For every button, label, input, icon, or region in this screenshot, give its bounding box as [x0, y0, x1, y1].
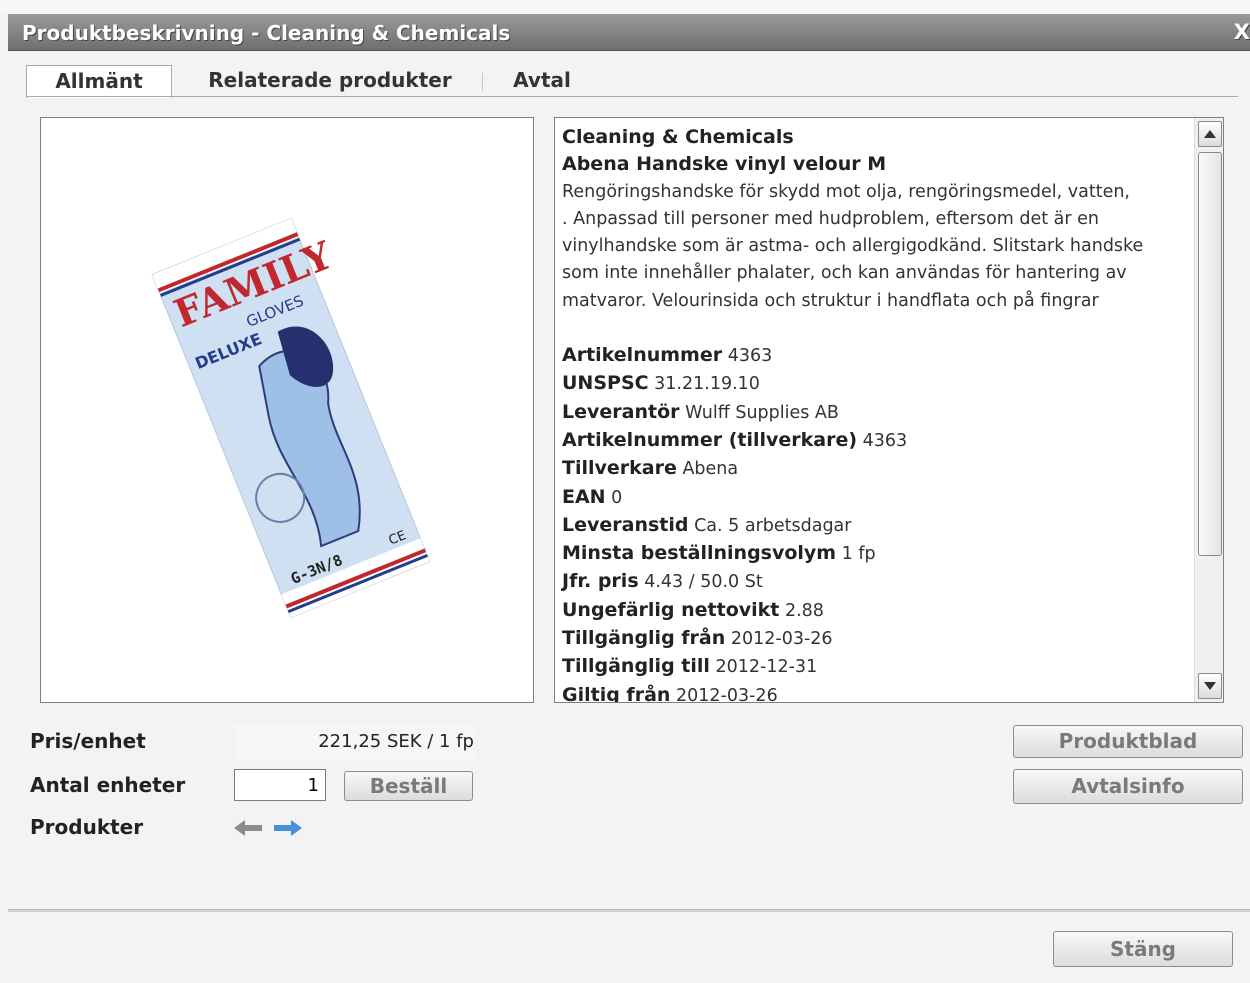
description-scrollbar[interactable]	[1194, 118, 1223, 702]
product-name: Abena Handske vinyl velour M	[562, 153, 887, 176]
scroll-up-button[interactable]	[1198, 121, 1222, 147]
attr-available-from: Tillgänglig från 2012-03-26	[562, 625, 1180, 653]
description-line: Rengöringshandske för skydd mot olja, re…	[562, 181, 1130, 202]
close-icon[interactable]: X	[1234, 20, 1250, 44]
description-line: som inte innehåller phalater, och kan an…	[562, 263, 1127, 284]
attr-value: 2012-12-31	[715, 657, 818, 678]
attr-supplier: Leverantör Wulff Supplies AB	[562, 399, 1180, 427]
agreement-info-button[interactable]: Avtalsinfo	[1013, 769, 1243, 804]
attr-manufacturer-article-number: Artikelnummer (tillverkare) 4363	[562, 427, 1180, 455]
dialog-title-bar[interactable]: Produktbeskrivning - Cleaning & Chemical…	[8, 14, 1250, 51]
attr-value: 2.88	[784, 600, 824, 621]
attr-value: 31.21.19.10	[654, 374, 760, 395]
chevron-up-icon	[1204, 130, 1216, 138]
attr-value: 4.43 / 50.0 St	[644, 572, 763, 593]
attr-label: Tillverkare	[562, 457, 677, 480]
attr-net-weight: Ungefärlig nettovikt 2.88	[562, 597, 1180, 625]
scroll-down-button[interactable]	[1198, 673, 1222, 699]
close-button[interactable]: Stäng	[1053, 931, 1233, 967]
products-label: Produkter	[30, 815, 144, 839]
attr-label: Ungefärlig nettovikt	[562, 598, 780, 621]
attr-valid-from: Giltig från 2012-03-26	[562, 682, 1180, 703]
product-image-panel: FAMILY GLOVES DELUXE G-3N/8 CE	[40, 117, 534, 703]
order-button[interactable]: Beställ	[344, 771, 473, 801]
description-content: Cleaning & Chemicals Abena Handske vinyl…	[562, 124, 1180, 703]
attr-label: Artikelnummer (tillverkare)	[562, 428, 858, 451]
attr-label: Jfr. pris	[562, 570, 639, 593]
description-line: matvaror. Velourinsida och struktur i ha…	[562, 290, 1099, 311]
tab-related-products[interactable]: Relaterade produkter	[184, 65, 476, 96]
attr-label: Minsta beställningsvolym	[562, 542, 837, 565]
quantity-input[interactable]	[234, 769, 326, 801]
scroll-thumb[interactable]	[1198, 152, 1222, 556]
attr-value: 1 fp	[841, 544, 876, 565]
attr-value: Ca. 5 arbetsdagar	[694, 515, 852, 536]
product-sheet-button[interactable]: Produktblad	[1013, 725, 1243, 758]
attr-available-until: Tillgänglig till 2012-12-31	[562, 653, 1180, 681]
product-dialog: Allmänt Relaterade produkter Avtal FAMIL…	[8, 51, 1250, 983]
attr-article-number: Artikelnummer 4363	[562, 342, 1180, 370]
chevron-down-icon	[1204, 682, 1216, 690]
attr-label: UNSPSC	[562, 372, 649, 395]
attr-label: Leveranstid	[562, 513, 689, 536]
product-category: Cleaning & Chemicals	[562, 126, 794, 148]
attr-label: Giltig från	[562, 683, 671, 703]
attr-label: Artikelnummer	[562, 344, 723, 367]
product-description-panel[interactable]: Cleaning & Chemicals Abena Handske vinyl…	[554, 117, 1224, 703]
attr-value: Abena	[682, 459, 739, 480]
product-description: Rengöringshandske för skydd mot olja, re…	[562, 179, 1180, 315]
attr-value: 2012-03-26	[730, 629, 833, 650]
attr-delivery-time: Leveranstid Ca. 5 arbetsdagar	[562, 512, 1180, 540]
tab-separator	[482, 73, 483, 91]
quantity-label: Antal enheter	[30, 773, 186, 797]
price-label: Pris/enhet	[30, 729, 146, 753]
background-strip	[0, 0, 1250, 14]
tab-general[interactable]: Allmänt	[26, 65, 172, 98]
attr-label: EAN	[562, 485, 606, 508]
attr-unspsc: UNSPSC 31.21.19.10	[562, 370, 1180, 398]
tab-agreement[interactable]: Avtal	[496, 65, 588, 96]
product-image: FAMILY GLOVES DELUXE G-3N/8 CE	[151, 217, 431, 619]
attr-ean: EAN 0	[562, 484, 1180, 512]
attr-value: 0	[611, 487, 623, 508]
description-line: vinylhandske som är astma- och allergigo…	[562, 236, 1144, 257]
dialog-title: Produktbeskrivning - Cleaning & Chemical…	[22, 21, 511, 45]
attr-label: Leverantör	[562, 400, 680, 423]
tab-underline	[26, 96, 1238, 97]
footer-divider	[8, 909, 1250, 912]
previous-product-arrow-icon[interactable]	[232, 817, 264, 839]
price-value: 221,25 SEK / 1 fp	[234, 725, 474, 759]
next-product-arrow-icon[interactable]	[272, 817, 304, 839]
attr-min-order: Minsta beställningsvolym 1 fp	[562, 540, 1180, 568]
attr-label: Tillgänglig från	[562, 627, 726, 650]
attr-label: Tillgänglig till	[562, 655, 710, 678]
attr-value: 4363	[727, 346, 773, 367]
attr-comparison-price: Jfr. pris 4.43 / 50.0 St	[562, 568, 1180, 596]
attr-value: Wulff Supplies AB	[685, 402, 839, 423]
attr-value: 4363	[862, 430, 908, 451]
description-line: . Anpassad till personer med hudproblem,…	[562, 208, 1099, 229]
attr-value: 2012-03-26	[676, 685, 778, 703]
attr-manufacturer: Tillverkare Abena	[562, 455, 1180, 483]
